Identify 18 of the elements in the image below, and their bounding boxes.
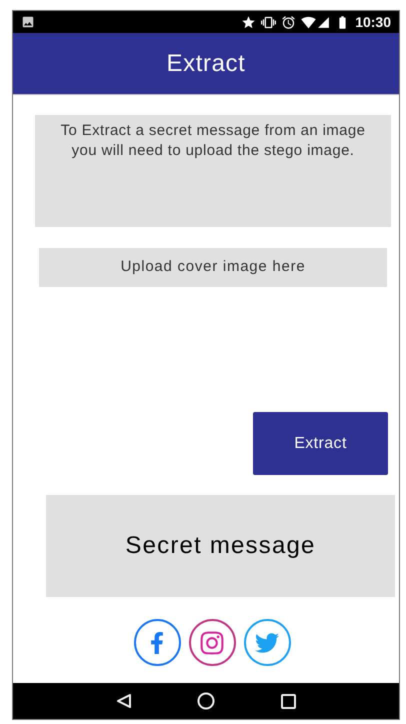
star-icon bbox=[241, 14, 256, 30]
instagram-icon[interactable] bbox=[188, 619, 236, 666]
vibrate-icon bbox=[261, 14, 276, 30]
app-title: Extract bbox=[166, 48, 246, 78]
wifi-icon bbox=[301, 14, 316, 30]
clock: 10:30 bbox=[355, 12, 391, 32]
back-icon[interactable] bbox=[116, 693, 132, 709]
image-icon bbox=[21, 15, 35, 29]
facebook-icon[interactable] bbox=[134, 619, 180, 666]
extract-button[interactable]: Extract bbox=[253, 412, 388, 475]
signal-icon bbox=[317, 16, 330, 28]
instructions-text: To Extract a secret message from an image you will need to upload the stego image. bbox=[60, 121, 366, 161]
home-icon[interactable] bbox=[197, 692, 216, 710]
twitter-icon[interactable] bbox=[244, 619, 290, 666]
secret-message-text: Secret message bbox=[125, 531, 316, 561]
alarm-icon bbox=[281, 14, 296, 30]
upload-button[interactable]: Upload cover image here bbox=[39, 248, 387, 287]
recents-icon[interactable] bbox=[281, 694, 296, 708]
